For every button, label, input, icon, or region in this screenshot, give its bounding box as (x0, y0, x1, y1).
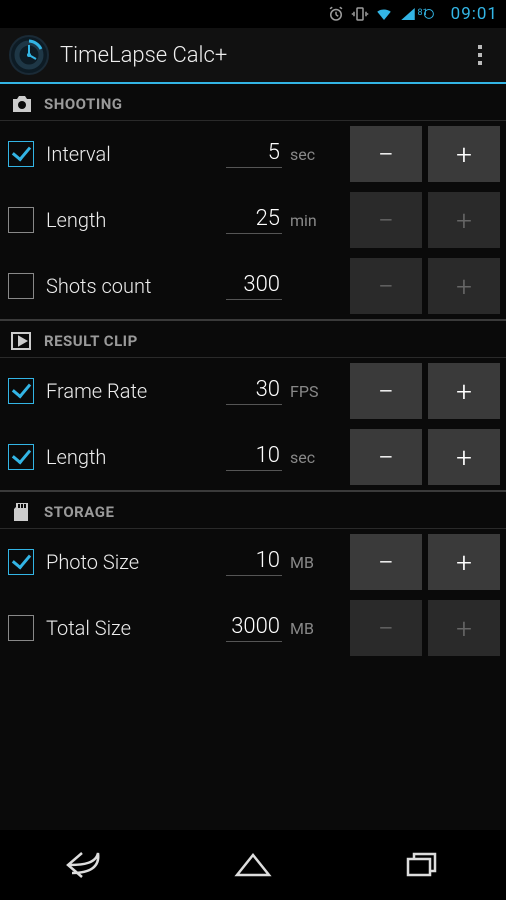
status-bar: 81 09:01 (0, 0, 506, 28)
sd-card-icon (10, 502, 34, 522)
vibrate-icon (351, 5, 369, 23)
row-interval: Interval 5 sec − + (0, 121, 506, 187)
content-area: SHOOTING Interval 5 sec − + Length 25 mi… (0, 84, 506, 830)
row-shooting-length: Length 25 min − + (0, 187, 506, 253)
unit-result-length: sec (290, 448, 322, 467)
checkbox-totalsize[interactable] (8, 615, 34, 641)
input-shooting-length[interactable]: 25 (226, 206, 282, 234)
row-framerate: Frame Rate 30 FPS − + (0, 358, 506, 424)
label-shots: Shots count (46, 274, 164, 298)
unit-framerate: FPS (290, 382, 322, 401)
section-header-storage: STORAGE (0, 492, 506, 529)
alarm-icon (327, 5, 345, 23)
section-label: SHOOTING (44, 95, 123, 113)
app-title: TimeLapse Calc+ (60, 43, 464, 68)
signal-icon (399, 5, 417, 23)
plus-button-shooting-length: + (428, 192, 500, 248)
minus-button-shots: − (350, 258, 422, 314)
unit-photosize: MB (290, 553, 322, 572)
unit-shooting-length: min (290, 211, 322, 230)
checkbox-photosize[interactable] (8, 549, 34, 575)
clock-text: 09:01 (451, 4, 498, 24)
row-photosize: Photo Size 10 MB − + (0, 529, 506, 595)
plus-button-totalsize: + (428, 600, 500, 656)
play-icon (10, 331, 34, 351)
row-shots: Shots count 300 − + (0, 253, 506, 319)
back-button[interactable] (34, 840, 134, 890)
unit-totalsize: MB (290, 619, 322, 638)
checkbox-shots[interactable] (8, 273, 34, 299)
plus-button-shots: + (428, 258, 500, 314)
input-result-length[interactable]: 10 (226, 443, 282, 471)
overflow-menu-button[interactable] (464, 35, 496, 75)
plus-button-photosize[interactable]: + (428, 534, 500, 590)
input-interval[interactable]: 5 (226, 140, 282, 168)
section-header-shooting: SHOOTING (0, 84, 506, 121)
action-bar: TimeLapse Calc+ (0, 28, 506, 84)
section-header-result: RESULT CLIP (0, 321, 506, 358)
battery-icon: 81 (423, 5, 445, 23)
row-result-length: Length 10 sec − + (0, 424, 506, 490)
input-totalsize[interactable]: 3000 (226, 614, 282, 642)
label-totalsize: Total Size (46, 616, 164, 640)
minus-button-interval[interactable]: − (350, 126, 422, 182)
home-button[interactable] (203, 840, 303, 890)
minus-button-shooting-length: − (350, 192, 422, 248)
app-icon (8, 34, 50, 76)
navigation-bar (0, 830, 506, 900)
wifi-icon (375, 5, 393, 23)
section-label: RESULT CLIP (44, 332, 138, 350)
label-photosize: Photo Size (46, 550, 164, 574)
row-totalsize: Total Size 3000 MB − + (0, 595, 506, 661)
checkbox-framerate[interactable] (8, 378, 34, 404)
battery-percent-text: 81 (418, 8, 428, 18)
recent-apps-button[interactable] (372, 840, 472, 890)
minus-button-photosize[interactable]: − (350, 534, 422, 590)
label-framerate: Frame Rate (46, 379, 164, 403)
plus-button-interval[interactable]: + (428, 126, 500, 182)
unit-interval: sec (290, 145, 322, 164)
checkbox-shooting-length[interactable] (8, 207, 34, 233)
camera-icon (10, 94, 34, 114)
minus-button-result-length[interactable]: − (350, 429, 422, 485)
checkbox-interval[interactable] (8, 141, 34, 167)
section-label: STORAGE (44, 503, 114, 521)
checkbox-result-length[interactable] (8, 444, 34, 470)
input-photosize[interactable]: 10 (226, 548, 282, 576)
label-shooting-length: Length (46, 208, 164, 232)
plus-button-result-length[interactable]: + (428, 429, 500, 485)
minus-button-totalsize: − (350, 600, 422, 656)
label-result-length: Length (46, 445, 164, 469)
label-interval: Interval (46, 142, 164, 166)
minus-button-framerate[interactable]: − (350, 363, 422, 419)
input-shots[interactable]: 300 (226, 272, 282, 300)
plus-button-framerate[interactable]: + (428, 363, 500, 419)
input-framerate[interactable]: 30 (226, 377, 282, 405)
